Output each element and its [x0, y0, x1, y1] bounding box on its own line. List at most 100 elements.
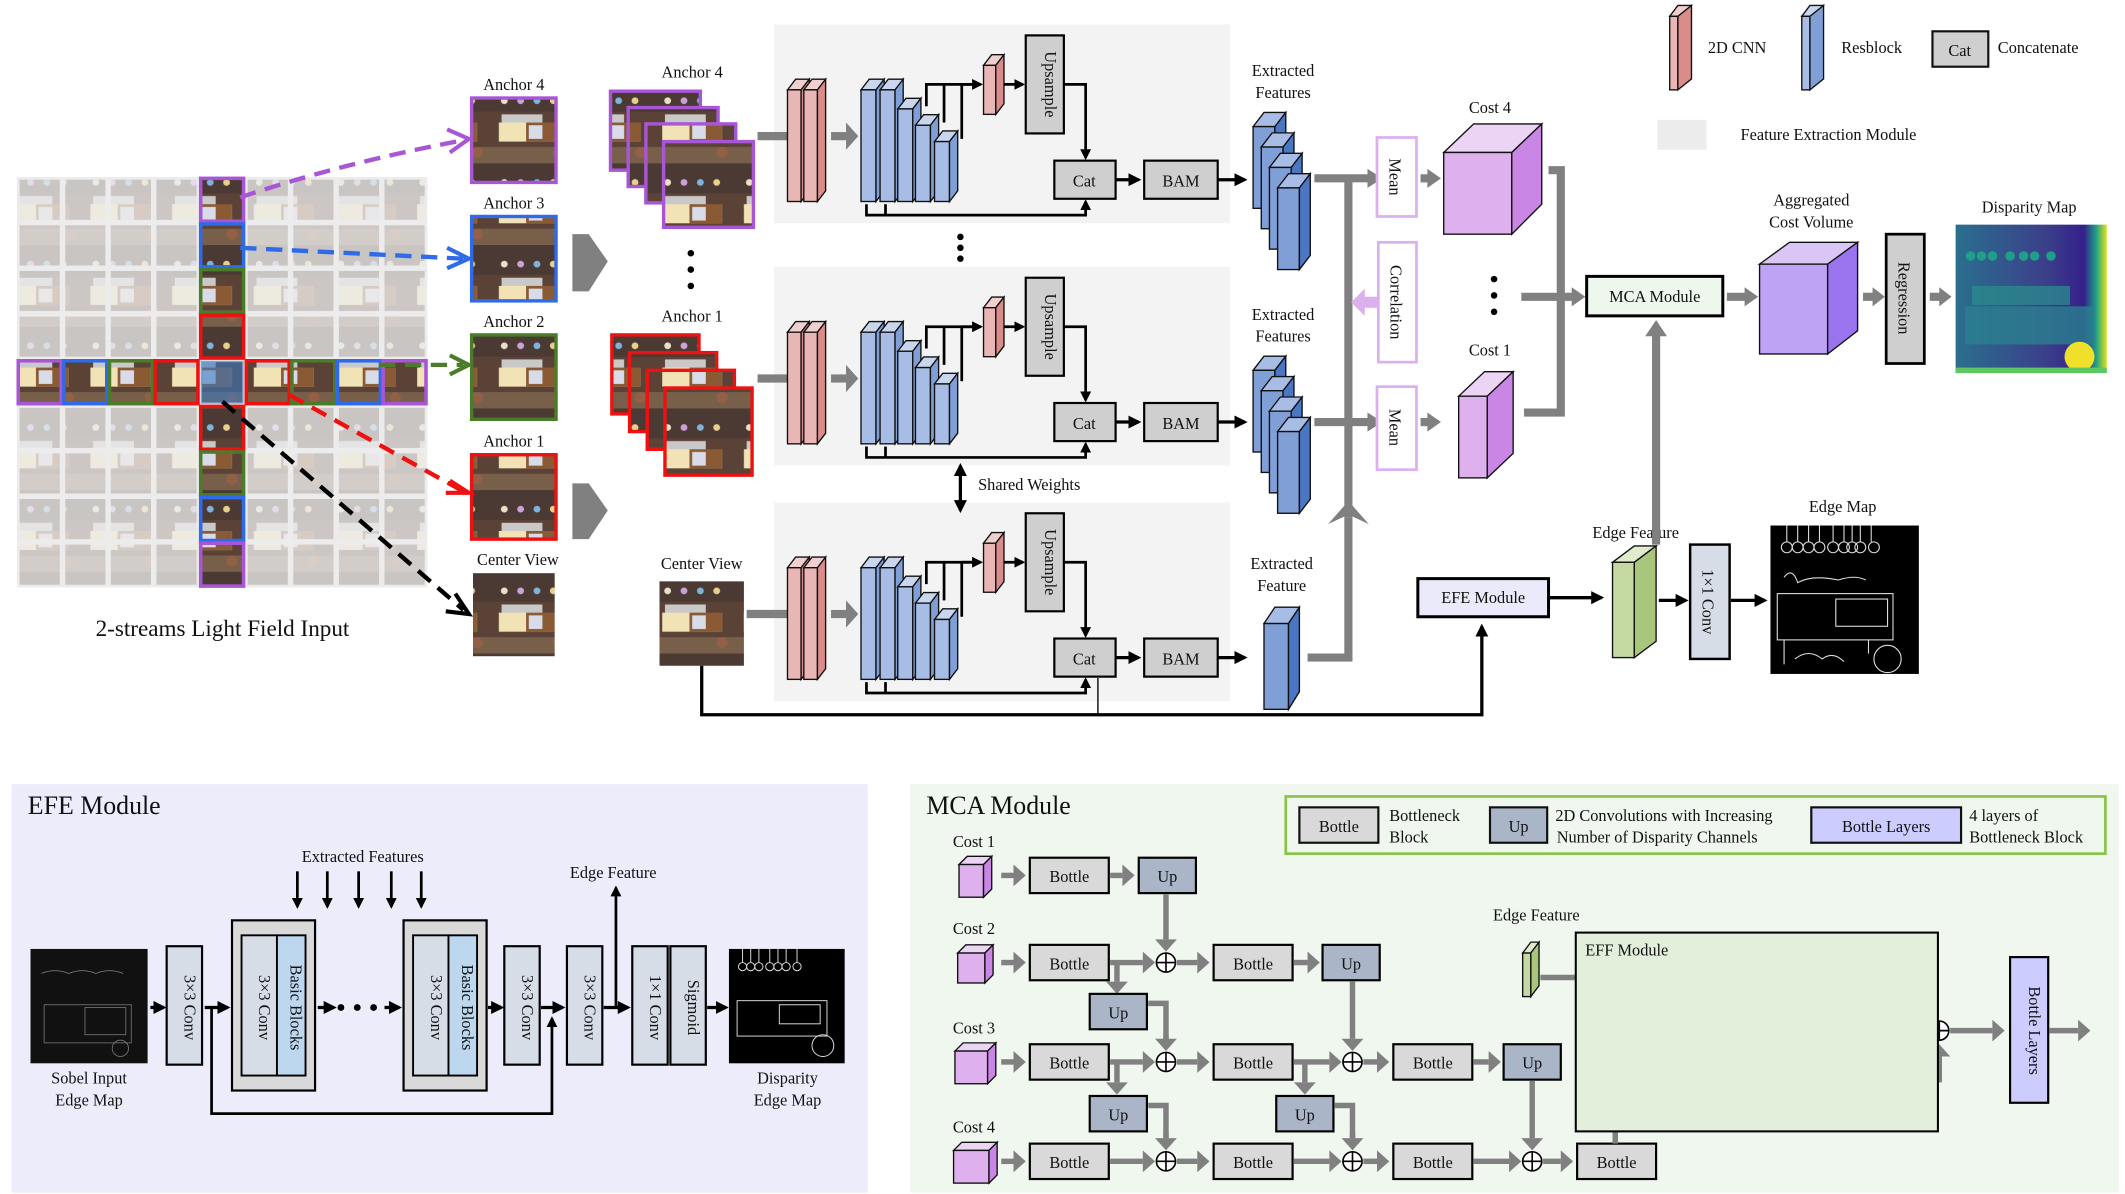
concatenate-legend-label: Concatenate [1998, 38, 2079, 57]
light-field-view [247, 225, 288, 266]
extracted-features-mid-line2: Features [1255, 327, 1310, 346]
light-field-view [293, 362, 334, 403]
mca-cost-cube-1 [957, 854, 994, 899]
bam-label: BAM [1162, 649, 1200, 668]
light-field-view [156, 270, 197, 312]
anchor3-label: Anchor 3 [483, 193, 544, 212]
light-field-view [156, 225, 197, 266]
light-field-view [338, 316, 380, 357]
mca-cost-label-2: Cost 2 [953, 919, 995, 938]
light-field-view [202, 407, 243, 448]
light-field-view [384, 225, 425, 266]
light-field-view [202, 544, 243, 585]
light-field-view [384, 179, 425, 220]
bottle-label: Bottle [1233, 954, 1273, 973]
extracted-features-mid-line1: Extracted [1252, 305, 1315, 324]
light-field-view [338, 179, 380, 220]
up-label: Up [1295, 1105, 1315, 1124]
light-field-view [19, 544, 60, 585]
sobel-label-2: Edge Map [55, 1091, 123, 1110]
light-field-view [384, 544, 425, 585]
mean-box-bottom: Mean [1375, 385, 1418, 472]
light-field-view [384, 407, 425, 448]
efe-output-label-2: Edge Map [754, 1091, 822, 1110]
mca-legend-bottle-desc-2: Block [1389, 828, 1429, 847]
upsample-label: Upsample [1041, 529, 1060, 595]
light-field-view [247, 179, 288, 220]
mca-edge-feature-label: Edge Feature [1493, 905, 1580, 924]
ellipsis-dot [337, 1004, 345, 1011]
add-operator-icon [1342, 1150, 1363, 1172]
disparity-edge-map-image [728, 948, 845, 1064]
cnn2d-small-block [982, 52, 1006, 117]
light-field-view [384, 316, 425, 357]
disparity-map-label: Disparity Map [1982, 197, 2077, 216]
edge-feature-block [1610, 544, 1659, 659]
efe-conv3x3-3-label: 3×3 Conv [581, 975, 600, 1041]
light-field-view [65, 498, 106, 540]
light-field-view [338, 453, 380, 494]
extracted-feature-map [1276, 415, 1312, 516]
anchor1-label: Anchor 1 [483, 432, 544, 451]
dashed-arrow-heads [445, 127, 476, 617]
light-field-view [65, 544, 106, 585]
to-disparity-arrowhead [1939, 287, 1952, 307]
resblock-legend-label: Resblock [1841, 38, 1903, 57]
extracted-feature-bottom-line2: Feature [1257, 576, 1306, 595]
cost1-label: Cost 1 [1469, 340, 1511, 359]
light-field-view [65, 316, 106, 357]
extracted-features-top [1251, 110, 1312, 272]
mca-cost-label-3: Cost 3 [953, 1018, 995, 1037]
light-field-view [19, 270, 60, 312]
light-field-view [110, 225, 152, 266]
anchor3-thumbnail [469, 214, 558, 303]
cost4-label: Cost 4 [1469, 98, 1511, 117]
light-field-view [247, 453, 288, 494]
extracted-features-mid [1251, 354, 1312, 516]
eff-module-title: EFF Module [1585, 941, 1668, 960]
light-field-view [65, 270, 106, 312]
upsample-label: Upsample [1041, 51, 1060, 117]
cat-legend-box-label: Cat [1948, 41, 1971, 60]
light-field-view [384, 362, 425, 403]
edge-map-image [1770, 525, 1919, 674]
light-field-view [293, 407, 334, 448]
light-field-view [202, 225, 243, 266]
mca-legend-layers-desc-1: 4 layers of [1969, 806, 2038, 825]
bottle-label: Bottle [1597, 1153, 1637, 1172]
legend: 2D CNN Resblock Cat Concatenate Feature … [1657, 4, 2079, 150]
efe-conv3x3-2-label: 3×3 Conv [518, 975, 537, 1041]
bottle-label: Bottle [1233, 1054, 1273, 1073]
block-conv3x3-label: 3×3 Conv [255, 975, 274, 1041]
light-field-view [110, 407, 152, 448]
light-field-view [156, 407, 197, 448]
stack-anchor4-label: Anchor 4 [662, 63, 723, 82]
light-field-view [338, 225, 380, 266]
center-view-label: Center View [477, 550, 559, 569]
extracted-features-top-line1: Extracted [1252, 61, 1315, 80]
cnn2d-small-block [982, 530, 1006, 595]
resblock-block [933, 128, 960, 204]
mca-module-label: MCA Module [1609, 287, 1700, 306]
conv1x1-label: 1×1 Conv [1698, 569, 1717, 635]
cat-label: Cat [1073, 414, 1096, 433]
light-field-view [247, 498, 288, 540]
aggregated-label-1: Aggregated [1773, 191, 1849, 210]
vertical-ellipsis-stacks [687, 249, 695, 290]
light-field-view [110, 316, 152, 357]
add-operator-icon [1155, 1051, 1177, 1073]
light-field-view [247, 316, 288, 357]
light-field-view [19, 498, 60, 540]
anchor1-stack: Anchor 1 [610, 306, 754, 477]
light-field-view [110, 544, 152, 585]
up-label: Up [1108, 1105, 1128, 1124]
cat-label: Cat [1073, 172, 1096, 191]
stack-center-view-thumbnail [659, 581, 744, 666]
add-operator-icon [1155, 952, 1177, 973]
block-conv3x3-label: 3×3 Conv [427, 975, 446, 1041]
light-field-view [293, 225, 334, 266]
mca-legend-bottle: Bottle [1319, 817, 1359, 836]
light-field-view [110, 179, 152, 220]
anchor2-label: Anchor 2 [483, 312, 544, 331]
eff-module-box [1574, 931, 1939, 1133]
